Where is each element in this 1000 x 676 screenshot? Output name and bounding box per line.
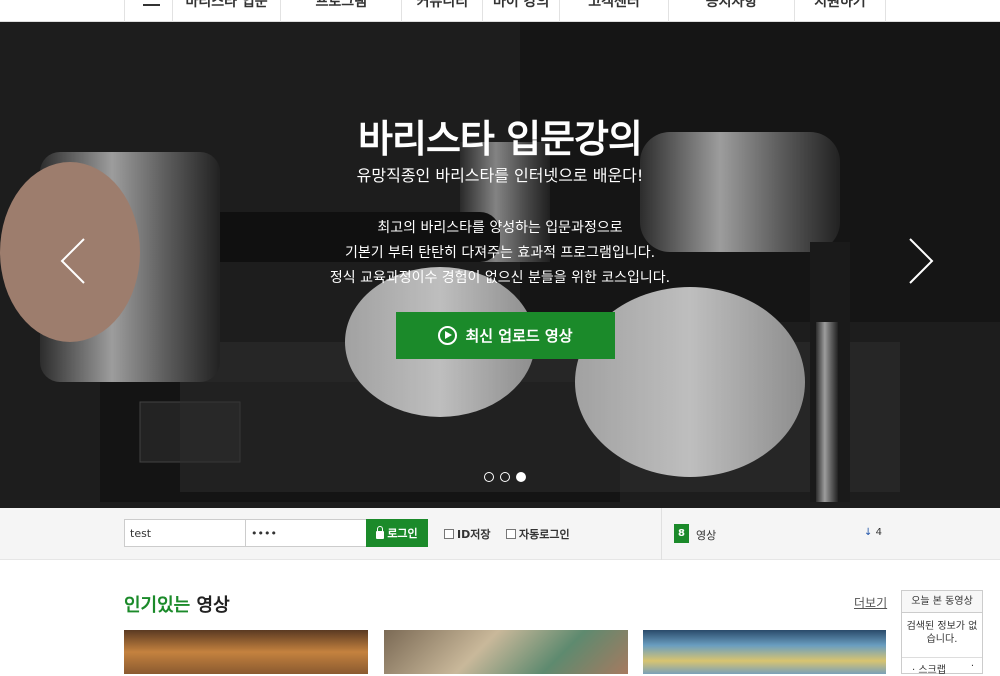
nav-item-1[interactable]: 바리스타 입문 <box>173 0 281 22</box>
login-bar: 로그인 ID저장 자동로그인 8 영상 ↓ 4 <box>0 508 1000 560</box>
popular-title-highlight: 인기있는 <box>124 595 191 616</box>
slide-dot-active[interactable] <box>516 472 526 482</box>
nav-label: 고객센터 <box>588 0 640 10</box>
login-id-input[interactable] <box>124 519 246 547</box>
popular-title-rest: 영상 <box>190 595 230 616</box>
hero-desc-line: 정식 교육과정이수 경험이 없으신 분들을 위한 코스입니다. <box>329 270 671 286</box>
recent-videos-empty: 검색된 정보가 없습니다. <box>906 621 978 645</box>
checkbox-box[interactable] <box>506 529 516 539</box>
hero-desc-line: 기본기 부터 탄탄히 다져주는 효과적 프로그램입니다. <box>344 245 656 261</box>
auto-login-label: 자동로그인 <box>519 528 570 541</box>
lock-icon <box>376 525 385 539</box>
nav-label: 커뮤니티 <box>416 0 469 10</box>
latest-upload-button[interactable]: 최신 업로드 영상 <box>396 312 615 359</box>
download-count: ↓ 4 <box>864 527 882 538</box>
scrap-row[interactable]: · 스크랩 · <box>902 657 982 676</box>
hero-description: 최고의 바리스타를 양성하는 입문과정으로 기본기 부터 탄탄히 다져주는 효과… <box>0 216 1000 291</box>
hero-title: 바리스타 입문강의 <box>358 117 643 161</box>
top-navigation: 바리스타 입문 프로그램 커뮤니티 마이 강의 고객센터 공지사항 지원하기 <box>0 0 1000 22</box>
nav-label: 지원하기 <box>814 0 866 10</box>
divider <box>661 508 662 560</box>
chevron-right-icon[interactable] <box>906 236 936 286</box>
login-button-label: 로그인 <box>387 527 418 540</box>
nav-inner: 바리스타 입문 프로그램 커뮤니티 마이 강의 고객센터 공지사항 지원하기 <box>124 0 886 22</box>
recent-videos-panel: 오늘 본 동영상 검색된 정보가 없습니다. · 스크랩 · <box>901 590 983 676</box>
login-button[interactable]: 로그인 <box>366 519 428 547</box>
more-link[interactable]: 더보기 <box>854 594 887 611</box>
recent-videos-title: 오늘 본 동영상 <box>902 591 982 613</box>
video-count-badge: 8 <box>674 524 689 543</box>
save-id-label: ID저장 <box>457 528 491 541</box>
nav-label: 마이 강의 <box>493 0 550 10</box>
slide-indicators <box>484 472 526 482</box>
popular-section-title: 인기있는 영상 <box>124 591 230 617</box>
nav-item-2[interactable]: 프로그램 <box>281 0 403 22</box>
slide-dot[interactable] <box>484 472 494 482</box>
nav-item-7[interactable]: 지원하기 <box>795 0 886 22</box>
nav-label: 바리스타 입문 <box>185 0 268 10</box>
hamburger-icon[interactable] <box>125 0 174 22</box>
slide-dot[interactable] <box>500 472 510 482</box>
download-count-value: 4 <box>875 527 882 538</box>
nav-item-3[interactable]: 커뮤니티 <box>402 0 484 22</box>
checkbox-box[interactable] <box>444 529 454 539</box>
latest-upload-label: 최신 업로드 영상 <box>465 327 573 345</box>
arrow-down-icon: ↓ <box>864 527 873 538</box>
hero-desc-line: 최고의 바리스타를 양성하는 입문과정으로 <box>377 220 623 236</box>
nav-item-4[interactable]: 마이 강의 <box>483 0 561 22</box>
video-thumbnail[interactable] <box>643 630 886 674</box>
chevron-left-icon[interactable] <box>58 236 88 286</box>
video-thumbnail[interactable] <box>124 630 368 674</box>
nav-item-5[interactable]: 고객센터 <box>560 0 669 22</box>
save-id-checkbox[interactable]: ID저장 <box>444 526 490 542</box>
login-password-input[interactable] <box>245 519 367 547</box>
video-thumbnail[interactable] <box>384 630 628 674</box>
play-circle-icon <box>438 326 458 345</box>
video-count-label: 영상 <box>696 529 717 542</box>
auto-login-checkbox[interactable]: 자동로그인 <box>506 526 570 542</box>
nav-label: 공지사항 <box>705 0 758 10</box>
nav-item-6[interactable]: 공지사항 <box>669 0 796 22</box>
hero-slider: 바리스타 입문강의 유망직종인 바리스타를 인터넷으로 배운다! 최고의 바리스… <box>0 22 1000 508</box>
hero-subtitle: 유망직종인 바리스타를 인터넷으로 배운다! <box>356 166 644 185</box>
nav-label: 프로그램 <box>315 0 367 10</box>
